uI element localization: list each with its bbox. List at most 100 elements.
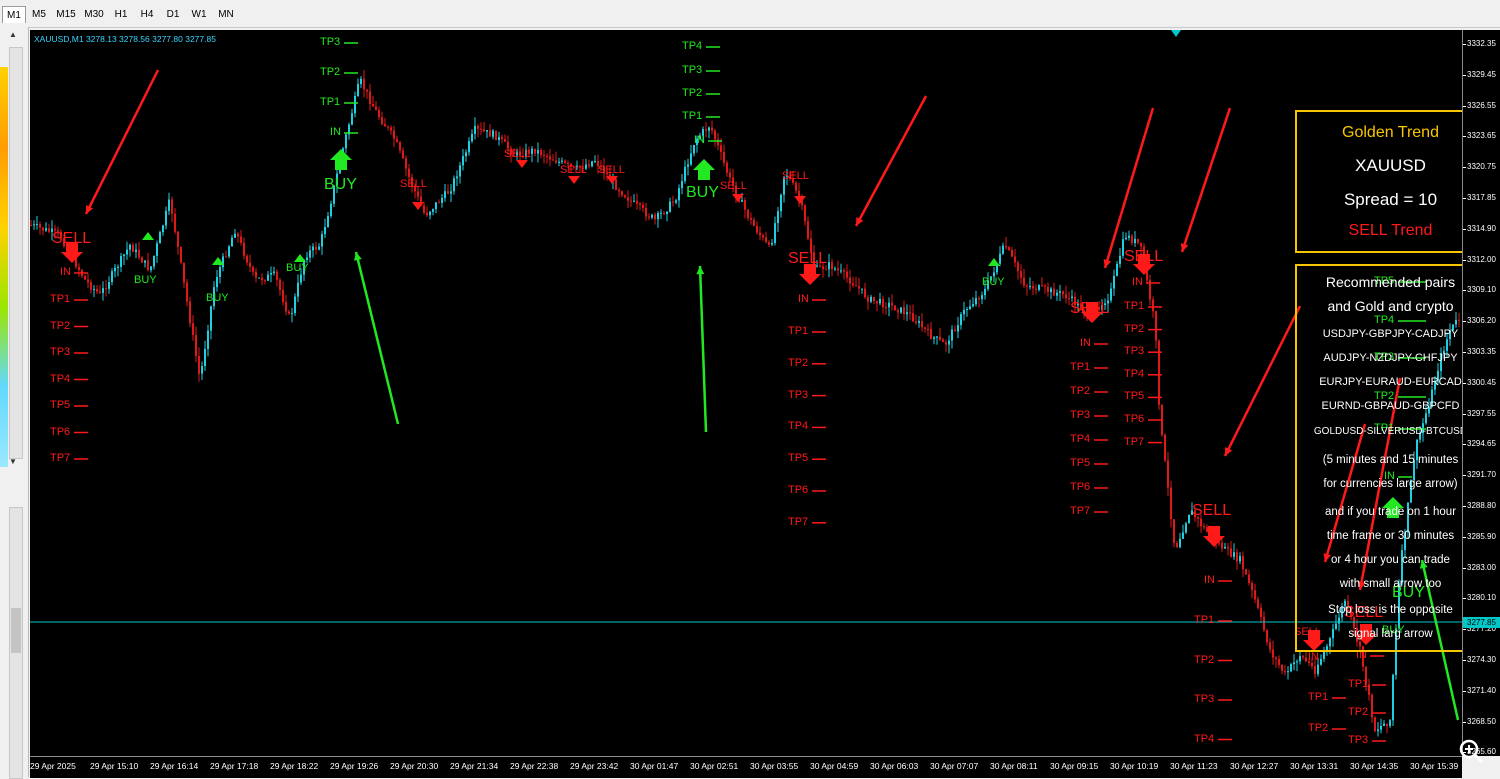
recommendation-line: EURND-GBPAUD-GBPCFD [1321,400,1460,412]
signal-label: BUY [206,292,229,304]
side-scrollbar-top[interactable] [9,47,23,459]
price-tick-mark [1463,475,1466,477]
recommendation-line: Stop loss is the opposite [1328,604,1453,616]
symbol-quote-line: XAUUSD,M1 3278.13 3278.56 3277.80 3277.8… [34,34,216,44]
left-side-panel: ▲ ▼ [0,27,29,779]
zoom-icon[interactable] [1456,736,1486,766]
signal-label: TP3 [50,346,71,358]
recommendation-line: with small arrow too [1339,578,1442,590]
signal-label: SELL [560,164,587,176]
time-axis[interactable]: 29 Apr 2025 29 Apr 15:10 29 Apr 16:14 29 Ap… [30,756,1462,778]
price-tick-label: 3317.85 [1467,193,1496,202]
price-tick-label: 3291.70 [1467,470,1496,480]
time-tick-label: 30 Apr 09:15 [1050,761,1099,771]
signal-label: SELL [782,170,809,182]
price-chart[interactable]: SELL IN TP1 TP2 TP3 TP4 TP5 TP6 TP7 BUY BUY BUY BUY I… [30,30,1462,756]
signal-label: TP4 [682,40,703,52]
signal-label: BUY [982,276,1005,288]
price-tick-label: 3306.20 [1467,316,1496,326]
signal-label: TP1 [50,293,71,305]
price-tick-label: 3332.35 [1467,39,1496,48]
recommendation-line: USDJPY-GBPJPY-CADJPY [1322,328,1459,340]
timeframe-mn-button[interactable]: MN [212,6,240,23]
signal-label: TP7 [50,452,71,464]
signal-label: TP4 [1124,367,1145,380]
timeframe-h4-button[interactable]: H4 [134,6,160,23]
side-scroll-up-icon[interactable]: ▲ [9,30,17,39]
price-tick-mark [1463,74,1466,76]
timeframe-m1-button[interactable]: M1 [2,6,26,23]
time-tick-label: 30 Apr 08:11 [990,761,1038,771]
price-tick-label: 3323.65 [1467,131,1496,141]
recommendation-line: GOLDUSD-SILVERUSD-BTCUSD [1313,426,1462,437]
price-tick-label: 3280.10 [1467,593,1496,603]
signal-label: BUY [324,176,357,193]
signal-label: TP4 [1194,732,1215,745]
timeframe-d1-button[interactable]: D1 [160,6,186,23]
price-tick-mark [1463,352,1466,353]
time-tick-label: 29 Apr 2025 [30,761,76,771]
signal-label: TP2 [788,356,809,369]
price-tick-mark [1463,382,1466,384]
price-tick-label: 3314.90 [1467,223,1496,233]
recommendation-line: for currencies large arrow) [1323,478,1458,490]
price-tick-mark [1463,321,1466,323]
price-tick-mark [1463,198,1466,199]
signal-label: SELL [720,180,747,192]
signal-label: IN [798,293,809,305]
price-tick-label: 3329.45 [1467,69,1496,79]
price-tick-mark [1463,167,1466,169]
time-tick-label: 29 Apr 20:30 [390,761,439,771]
signal-label: TP1 [682,110,703,122]
price-tick-mark [1463,44,1466,45]
recommendation-line: AUDJPY-NZDJPY-CHFJPY [1323,352,1458,364]
panel-trend: SELL Trend [1348,222,1433,239]
signal-label: TP4 [1070,433,1091,445]
signal-label: TP3 [1194,693,1215,705]
signal-label: TP6 [50,425,71,438]
price-tick-label: 3312.00 [1467,254,1496,264]
timeframe-m5-button[interactable]: M5 [26,6,52,23]
price-tick-mark [1463,228,1466,230]
time-tick-label: 30 Apr 12:27 [1230,761,1279,771]
signal-label: TP2 [1124,322,1145,335]
price-tick-label: 3288.80 [1467,501,1496,510]
signal-label: TP2 [1194,653,1215,666]
signal-label: TP1 [788,325,809,337]
signal-label: TP3 [1124,345,1145,358]
signal-label: IN [1204,574,1215,586]
price-tick-label: 3326.55 [1467,100,1496,110]
side-scrollbar-bottom[interactable] [9,507,23,779]
price-tick-mark [1463,690,1466,692]
golden-trend-panel: Golden Trend XAUUSD Spread = 10 SELL Tre… [1295,110,1462,253]
side-scrollbar-thumb[interactable] [11,608,21,653]
signal-label: IN [330,126,341,138]
signal-label: TP1 [1308,691,1329,703]
timeframe-m30-button[interactable]: M30 [80,6,108,23]
panel-spread: Spread = 10 [1343,190,1438,209]
price-tick-mark [1463,136,1466,138]
price-tick-label: 3268.50 [1467,716,1496,726]
time-tick-label: 29 Apr 22:38 [510,761,559,771]
price-tick-label: 3283.00 [1467,562,1496,572]
timeframe-w1-button[interactable]: W1 [186,6,212,23]
signal-label: TP4 [50,372,71,385]
price-axis[interactable]: 3332.35 3329.45 3326.55 3323.65 3320.75 3317.… [1462,30,1500,756]
recommendation-line: or 4 hour you can trade [1331,554,1450,566]
price-tick-label: 3303.35 [1467,347,1496,356]
price-tick-label: 3320.75 [1467,162,1496,172]
time-tick-label: 30 Apr 15:39 [1410,761,1459,771]
side-scroll-down-icon[interactable]: ▼ [9,457,17,466]
signal-label: SELL [788,250,828,267]
signal-label: TP3 [1348,734,1369,746]
time-tick-label: 30 Apr 04:59 [810,761,859,771]
signal-label: IN [694,134,705,146]
signal-label: BUY [286,262,309,274]
signal-label: TP5 [1124,390,1145,403]
signal-label: TP2 [320,66,341,78]
signal-label: TP2 [1070,385,1091,397]
price-tick-mark [1463,598,1466,600]
timeframe-m15-button[interactable]: M15 [52,6,80,23]
timeframe-h1-button[interactable]: H1 [108,6,134,23]
signal-label: TP1 [320,96,341,108]
